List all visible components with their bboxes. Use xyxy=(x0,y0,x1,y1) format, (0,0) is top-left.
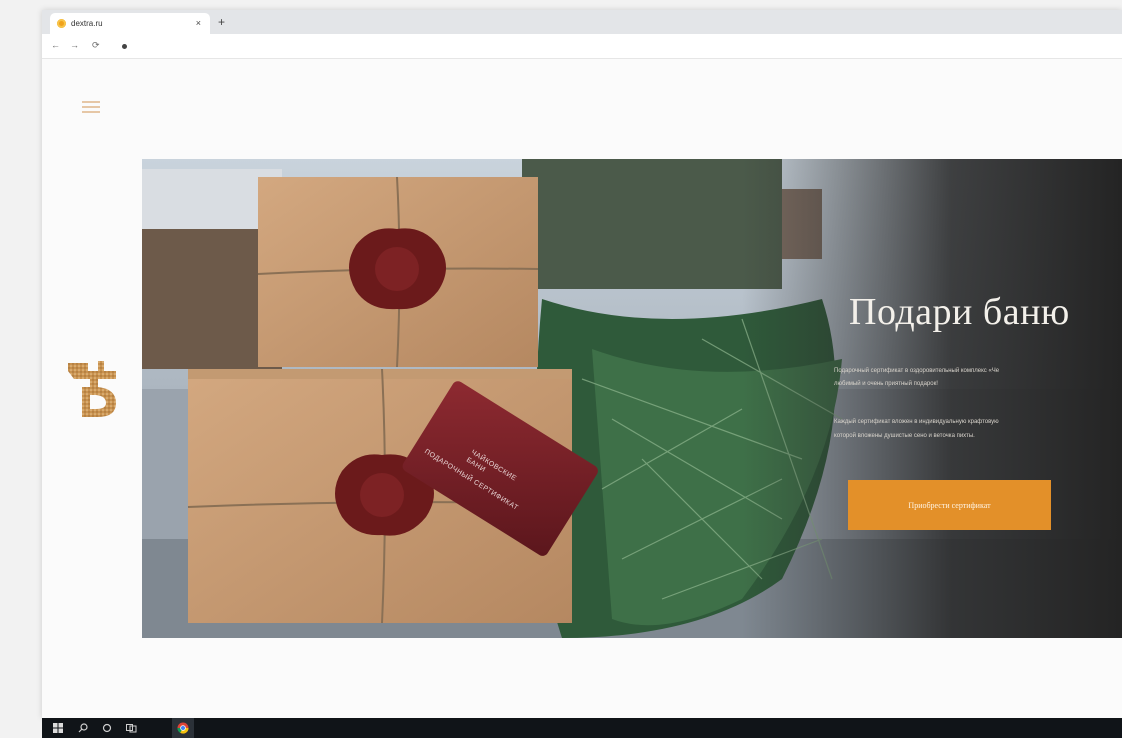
tab-title: dextra.ru xyxy=(71,19,103,28)
hero-title: Подари баню xyxy=(849,291,1070,333)
hero-photo xyxy=(142,159,1122,638)
hero-banner: ЧАЙКОВСКИЕ БАНИ ПОДАРОЧНЫЙ СЕРТИФИКАТ По… xyxy=(142,159,1122,638)
taskbar xyxy=(42,718,1122,738)
search-icon[interactable] xyxy=(76,718,90,738)
browser-toolbar: ← → ⟳ xyxy=(42,34,1122,59)
tab-close-icon[interactable]: × xyxy=(196,13,201,34)
hero-paragraph-1-line-1: Подарочный сертификат в оздоровительный … xyxy=(834,368,1000,374)
chrome-icon[interactable] xyxy=(172,718,194,738)
sidebar xyxy=(42,59,142,718)
hero-paragraph-2-line-1: Каждый сертификат вложен в индивидуальну… xyxy=(834,419,999,425)
windows-start-icon[interactable] xyxy=(52,718,64,738)
new-tab-button[interactable]: + xyxy=(218,13,225,31)
hamburger-menu-icon[interactable] xyxy=(82,101,100,115)
browser-tab[interactable]: dextra.ru × xyxy=(50,13,210,34)
site-info-icon[interactable] xyxy=(122,44,127,49)
site-favicon-icon xyxy=(57,19,66,28)
hero-paragraph-2-line-2: которой вложены душистые сено и веточка … xyxy=(834,433,975,439)
back-arrow-icon[interactable]: ← xyxy=(51,37,60,53)
buy-certificate-button[interactable]: Приобрести сертификат xyxy=(848,480,1051,530)
cortana-icon[interactable] xyxy=(100,718,114,738)
web-page: ЧАЙКОВСКИЕ БАНИ ПОДАРОЧНЫЙ СЕРТИФИКАТ По… xyxy=(42,59,1122,718)
task-view-icon[interactable] xyxy=(124,718,138,738)
reload-icon[interactable]: ⟳ xyxy=(92,37,100,53)
tab-strip: dextra.ru × + xyxy=(42,10,1122,34)
forward-arrow-icon[interactable]: → xyxy=(70,37,79,53)
hero-paragraph-1-line-2: любимый и очень приятный подарок! xyxy=(834,381,938,387)
browser-window: dextra.ru × + ← → ⟳ ЧАЙКОВСКИЕ БАНИ ПОДА… xyxy=(42,10,1122,718)
brand-logo-icon[interactable] xyxy=(62,357,122,421)
